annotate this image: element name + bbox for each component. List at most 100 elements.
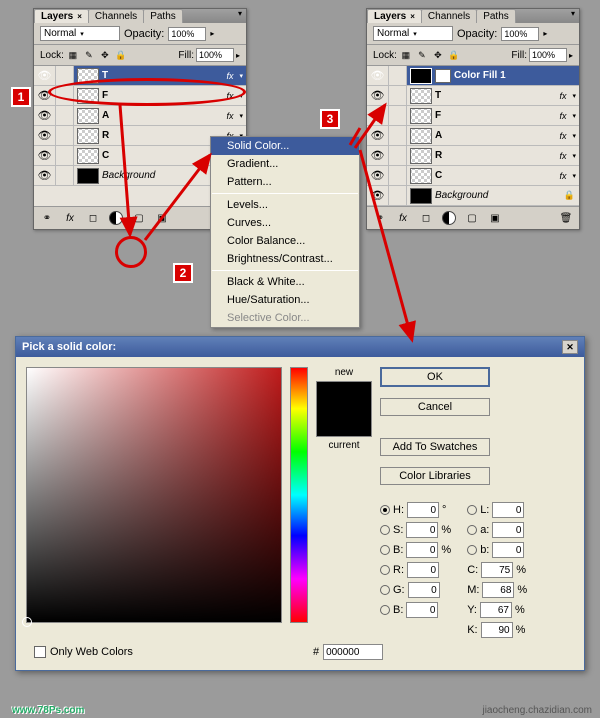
lock-pixels-icon[interactable]: ✎ (415, 48, 429, 62)
layer-row[interactable]: 👁Afx▾ (34, 106, 246, 126)
tab-channels[interactable]: Channels (421, 9, 477, 23)
opacity-input[interactable]: 100% (168, 27, 206, 41)
delete-layer-icon[interactable]: 🗑 (555, 209, 577, 227)
lock-transparent-icon[interactable]: ▦ (66, 48, 80, 62)
menu-black-white[interactable]: Black & White... (211, 273, 359, 291)
ok-button[interactable]: OK (380, 367, 490, 387)
hex-input[interactable] (323, 644, 383, 660)
current-color[interactable] (317, 409, 371, 436)
tab-channels[interactable]: Channels (88, 9, 144, 23)
visibility-icon[interactable]: 👁 (38, 169, 52, 182)
m-input[interactable] (482, 582, 514, 598)
visibility-icon[interactable]: 👁 (371, 129, 385, 142)
l-input[interactable] (492, 502, 524, 518)
cancel-button[interactable]: Cancel (380, 398, 490, 416)
visibility-icon[interactable]: 👁 (38, 89, 52, 102)
menu-selective-color[interactable]: Selective Color... (211, 309, 359, 327)
adjustment-layer-icon[interactable] (438, 209, 460, 227)
menu-solid-color[interactable]: Solid Color... (211, 137, 359, 155)
g-input[interactable] (408, 582, 440, 598)
tab-paths[interactable]: Paths (143, 9, 183, 23)
layer-mask-icon[interactable]: ◻ (415, 209, 437, 227)
radio-r[interactable] (380, 565, 390, 575)
s-input[interactable] (406, 522, 438, 538)
close-button[interactable]: ✕ (562, 340, 578, 354)
layer-style-icon[interactable]: fx (392, 209, 414, 227)
visibility-icon[interactable]: 👁 (371, 169, 385, 182)
k-input[interactable] (481, 622, 513, 638)
c-input[interactable] (481, 562, 513, 578)
fill-input[interactable]: 100% (529, 48, 567, 62)
link-layers-icon[interactable]: ⚭ (36, 209, 58, 227)
layer-row[interactable]: 👁Ffx▾ (34, 86, 246, 106)
visibility-icon[interactable]: 👁 (371, 149, 385, 162)
layer-row[interactable]: 👁Ffx▾ (367, 106, 579, 126)
new-layer-icon[interactable]: ▣ (151, 209, 173, 227)
layer-row[interactable]: 👁Cfx▾ (367, 166, 579, 186)
lock-all-icon[interactable]: 🔒 (114, 48, 128, 62)
layer-row[interactable]: 👁Afx▾ (367, 126, 579, 146)
radio-h[interactable] (380, 505, 390, 515)
lock-position-icon[interactable]: ✥ (431, 48, 445, 62)
layer-row[interactable]: 👁Color Fill 1 (367, 66, 579, 86)
layer-row[interactable]: 👁Tfx▾ (34, 66, 246, 86)
visibility-icon[interactable]: 👁 (38, 109, 52, 122)
radio-blue[interactable] (380, 605, 390, 615)
menu-pattern[interactable]: Pattern... (211, 173, 359, 191)
color-libraries-button[interactable]: Color Libraries (380, 467, 490, 485)
lock-transparent-icon[interactable]: ▦ (399, 48, 413, 62)
radio-bv[interactable] (380, 545, 390, 555)
hue-slider[interactable] (290, 367, 308, 623)
visibility-icon[interactable]: 👁 (371, 189, 385, 202)
new-group-icon[interactable]: ▢ (128, 209, 150, 227)
visibility-icon[interactable]: 👁 (38, 129, 52, 142)
tab-layers[interactable]: Layers× (34, 9, 89, 23)
menu-brightness-contrast[interactable]: Brightness/Contrast... (211, 250, 359, 268)
visibility-icon[interactable]: 👁 (38, 69, 52, 82)
radio-a[interactable] (467, 525, 477, 535)
visibility-icon[interactable]: 👁 (371, 89, 385, 102)
bv-input[interactable] (406, 542, 438, 558)
panel-collapse-icon[interactable]: ▾ (567, 9, 579, 23)
radio-s[interactable] (380, 525, 390, 535)
layer-row[interactable]: 👁Background🔒 (367, 186, 579, 206)
radio-g[interactable] (380, 585, 390, 595)
color-field[interactable] (26, 367, 282, 623)
web-colors-checkbox[interactable] (34, 646, 46, 658)
tab-paths[interactable]: Paths (476, 9, 516, 23)
blend-mode-dropdown[interactable]: Normal▾ (373, 26, 453, 41)
visibility-icon[interactable]: 👁 (371, 69, 385, 82)
blue-input[interactable] (406, 602, 438, 618)
lock-position-icon[interactable]: ✥ (98, 48, 112, 62)
fill-input[interactable]: 100% (196, 48, 234, 62)
lock-all-icon[interactable]: 🔒 (447, 48, 461, 62)
a-input[interactable] (492, 522, 524, 538)
radio-b[interactable] (467, 545, 477, 555)
lock-pixels-icon[interactable]: ✎ (82, 48, 96, 62)
tab-layers[interactable]: Layers× (367, 9, 422, 23)
menu-gradient[interactable]: Gradient... (211, 155, 359, 173)
opacity-input[interactable]: 100% (501, 27, 539, 41)
new-layer-icon[interactable]: ▣ (484, 209, 506, 227)
layer-style-icon[interactable]: fx (59, 209, 81, 227)
b-input[interactable] (492, 542, 524, 558)
layer-row[interactable]: 👁Rfx▾ (367, 146, 579, 166)
radio-l[interactable] (467, 505, 477, 515)
layer-mask-icon[interactable]: ◻ (82, 209, 104, 227)
menu-color-balance[interactable]: Color Balance... (211, 232, 359, 250)
layer-row[interactable]: 👁Tfx▾ (367, 86, 579, 106)
blend-mode-dropdown[interactable]: Normal▾ (40, 26, 120, 41)
menu-curves[interactable]: Curves... (211, 214, 359, 232)
visibility-icon[interactable]: 👁 (371, 109, 385, 122)
new-group-icon[interactable]: ▢ (461, 209, 483, 227)
adjustment-layer-icon[interactable] (105, 209, 127, 227)
link-layers-icon[interactable]: ⚭ (369, 209, 391, 227)
y-input[interactable] (480, 602, 512, 618)
menu-hue-saturation[interactable]: Hue/Saturation... (211, 291, 359, 309)
menu-levels[interactable]: Levels... (211, 196, 359, 214)
panel-collapse-icon[interactable]: ▾ (234, 9, 246, 23)
h-input[interactable] (407, 502, 439, 518)
r-input[interactable] (407, 562, 439, 578)
add-to-swatches-button[interactable]: Add To Swatches (380, 438, 490, 456)
visibility-icon[interactable]: 👁 (38, 149, 52, 162)
